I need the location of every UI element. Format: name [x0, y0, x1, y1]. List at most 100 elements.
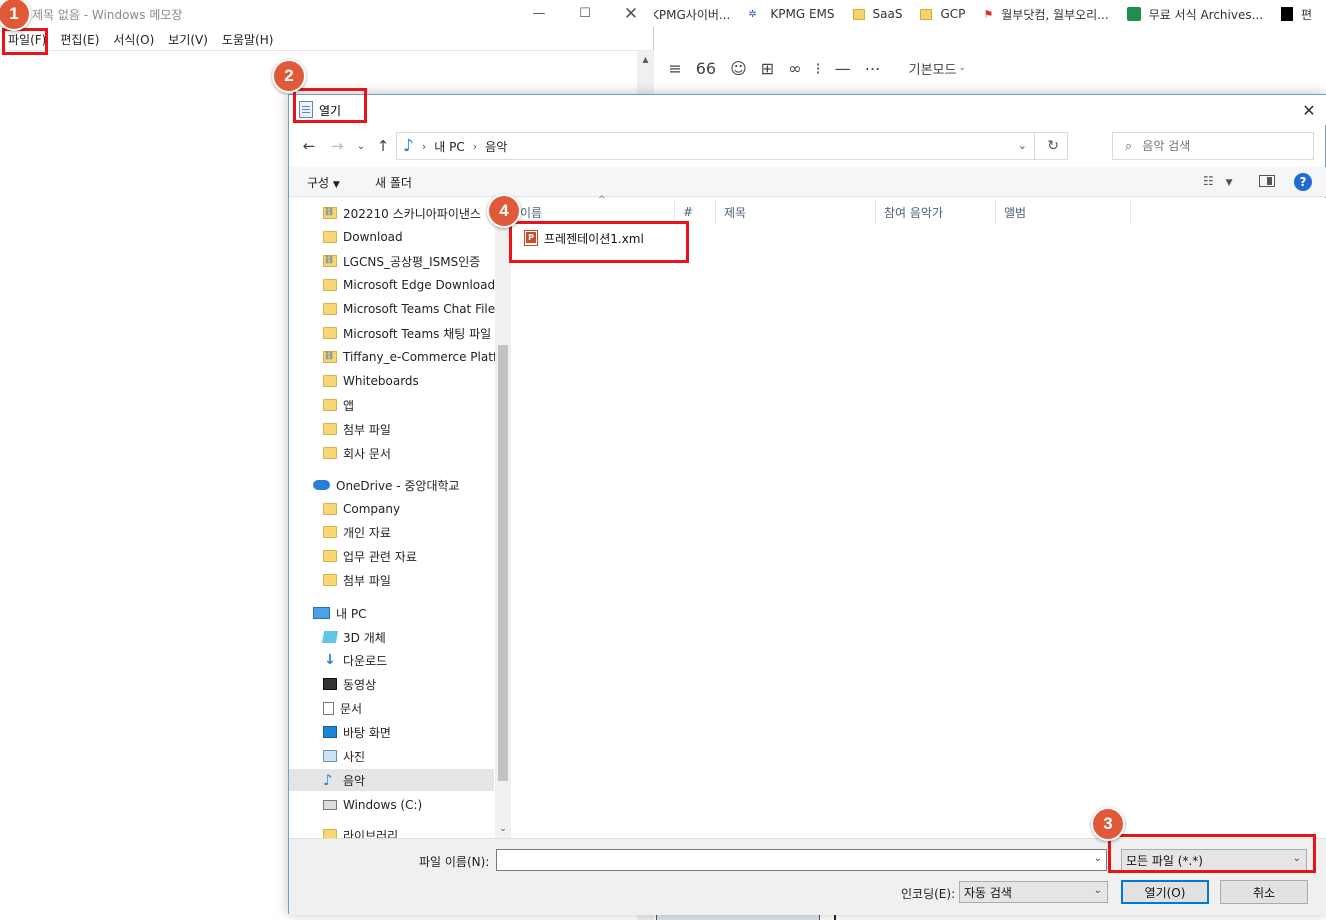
nav-item[interactable]: Microsoft Teams 채팅 파일 [289, 322, 494, 344]
align-icon[interactable]: ≡ [668, 59, 681, 78]
close-icon[interactable]: ✕ [1295, 98, 1323, 122]
folder-icon [323, 303, 337, 315]
table-icon[interactable]: ⊞ [761, 59, 774, 78]
open-button[interactable]: 열기(O) [1121, 880, 1209, 904]
nav-item[interactable]: Whiteboards [289, 370, 494, 392]
column-header-artist[interactable]: 참여 음악가 [876, 200, 996, 224]
nav-item[interactable]: 사진 [289, 745, 494, 767]
nav-item[interactable]: 바탕 화면 [289, 721, 494, 743]
checklist-icon[interactable]: ⁝ [816, 59, 821, 78]
organize-button[interactable]: 구성 ▼ [307, 174, 340, 191]
kpmg-icon: ✲ [748, 9, 757, 20]
up-icon[interactable]: ↑ [373, 137, 393, 155]
command-bar: 구성 ▼ 새 폴더 ☷ ▼ ? [289, 167, 1326, 197]
nav-item[interactable]: ♪ 음악 [289, 769, 494, 791]
filename-input[interactable] [497, 850, 1087, 870]
encoding-dropdown[interactable]: 자동 검색 ⌄ [959, 881, 1108, 903]
nav-item[interactable]: Microsoft Edge Downloads [289, 274, 501, 296]
nav-item[interactable]: OneDrive - 중앙대학교 [289, 474, 494, 496]
encoding-label: 인코딩(E): [901, 887, 956, 901]
link-folder-icon [323, 207, 337, 219]
dialog-titlebar[interactable]: 열기 ✕ [289, 95, 1326, 125]
search-box[interactable]: ⌕ [1112, 132, 1314, 160]
folder-icon [323, 399, 337, 411]
back-icon[interactable]: ← [299, 137, 319, 155]
menu-format[interactable]: 서식(O) [113, 31, 154, 48]
nav-item-label: 첨부 파일 [343, 422, 391, 437]
nav-item-label: Microsoft Teams 채팅 파일 [343, 326, 492, 341]
quote-icon[interactable]: 66 [696, 59, 716, 78]
refresh-icon[interactable]: ↻ [1047, 138, 1059, 154]
bookmark-item[interactable]: 무료 서식 Archives... [1126, 6, 1263, 23]
emoji-icon[interactable]: ☺ [730, 59, 747, 78]
bookmark-folder[interactable]: GCP [920, 7, 965, 21]
chevron-right-icon[interactable]: › [473, 140, 477, 153]
nav-item[interactable]: Microsoft Teams Chat Files [289, 298, 501, 320]
link-icon[interactable]: ∞ [788, 59, 801, 78]
bookmark-item[interactable]: 편 [1281, 6, 1312, 23]
bookmark-item[interactable]: ⚑ 월부닷컴, 월부오리... [983, 6, 1108, 23]
column-header-album[interactable]: 앨범 [996, 200, 1131, 224]
nav-item[interactable]: 회사 문서 [289, 442, 494, 464]
nav-item[interactable]: 동영상 [289, 673, 494, 695]
menu-edit[interactable]: 편집(E) [60, 31, 99, 48]
bookmark-item[interactable]: ✲ KPMG EMS [748, 7, 834, 21]
filename-field[interactable]: ⌄ [496, 849, 1107, 871]
notepad-titlebar[interactable]: 제목 없음 - Windows 메모장 — ☐ ✕ [0, 0, 654, 27]
column-header-title[interactable]: 제목 [716, 200, 876, 224]
breadcrumb-item[interactable]: 음악 [485, 138, 507, 155]
bookmark-folder[interactable]: SaaS [852, 7, 903, 21]
menu-help[interactable]: 도움말(H) [222, 31, 274, 48]
new-folder-button[interactable]: 새 폴더 [375, 174, 412, 191]
folder-icon [323, 279, 337, 291]
close-button[interactable]: ✕ [608, 0, 654, 27]
scroll-up-icon[interactable]: ▲ [637, 51, 654, 68]
folder-icon [852, 8, 865, 20]
preview-pane-icon[interactable] [1259, 175, 1275, 187]
forward-icon[interactable]: → [327, 137, 347, 155]
nav-scroll-thumb[interactable] [498, 345, 508, 781]
music-icon: ♪ [403, 136, 414, 156]
recent-dropdown-icon[interactable]: ⌄ [351, 137, 371, 155]
nav-item[interactable]: ↓ 다운로드 [289, 649, 494, 671]
nav-item[interactable]: 202210 스카니아파이낸스 [289, 202, 494, 224]
minimize-button[interactable]: — [516, 0, 562, 27]
nav-item[interactable]: 문서 [289, 697, 494, 719]
bookmark-label: SaaS [872, 7, 903, 21]
breadcrumb-item[interactable]: 내 PC [434, 138, 464, 155]
chevron-down-icon[interactable]: ⌄ [1094, 853, 1102, 864]
chevron-down-icon[interactable]: ⌄ [1018, 139, 1027, 152]
nav-item-label: Tiffany_e-Commerce Platform [343, 350, 511, 364]
chevron-right-icon[interactable]: › [422, 140, 426, 153]
nav-item[interactable]: 3D 개체 [289, 626, 494, 648]
menu-view[interactable]: 보기(V) [168, 31, 208, 48]
nav-item-label: Windows (C:) [343, 798, 423, 812]
address-bar[interactable]: ♪ › 내 PC › 음악 ⌄ ↻ [396, 132, 1068, 160]
view-options-button[interactable]: ☷ ▼ [1203, 174, 1233, 188]
nav-item[interactable]: 첨부 파일 [289, 418, 494, 440]
divider-icon[interactable]: — [835, 59, 851, 78]
more-icon[interactable]: ⋯ [865, 59, 881, 78]
mode-selector[interactable]: 기본모드 [909, 59, 957, 78]
open-dialog: 열기 ✕ ← → ⌄ ↑ ♪ › 내 PC › 음악 ⌄ ↻ ⌕ 구성 ▼ 새 … [288, 94, 1326, 915]
nav-item[interactable]: 첨부 파일 [289, 569, 494, 591]
nav-item[interactable]: 라이브러리 [289, 824, 494, 838]
nav-item-label: Company [343, 502, 401, 516]
nav-item[interactable]: 개인 자료 [289, 521, 494, 543]
nav-item[interactable]: LGCNS_공상평_ISMS인증 [289, 250, 494, 272]
cancel-button[interactable]: 취소 [1220, 880, 1308, 904]
nav-item[interactable]: 업무 관련 자료 [289, 545, 494, 567]
nav-item[interactable]: Download [289, 226, 494, 248]
scroll-down-icon[interactable]: ⌄ [495, 821, 511, 837]
nav-item[interactable]: 앱 [289, 394, 494, 416]
help-icon[interactable]: ? [1294, 173, 1312, 191]
nav-item[interactable]: Windows (C:) [289, 794, 494, 816]
nav-item[interactable]: Company [289, 498, 494, 520]
nav-item-label: 업무 관련 자료 [343, 549, 417, 564]
nav-item[interactable]: Tiffany_e-Commerce Platform [289, 346, 511, 368]
nav-item[interactable]: 내 PC [289, 602, 494, 624]
folder-icon [323, 526, 337, 538]
nav-item-label: 동영상 [343, 677, 377, 692]
maximize-button[interactable]: ☐ [562, 0, 608, 27]
search-input[interactable] [1142, 139, 1293, 153]
